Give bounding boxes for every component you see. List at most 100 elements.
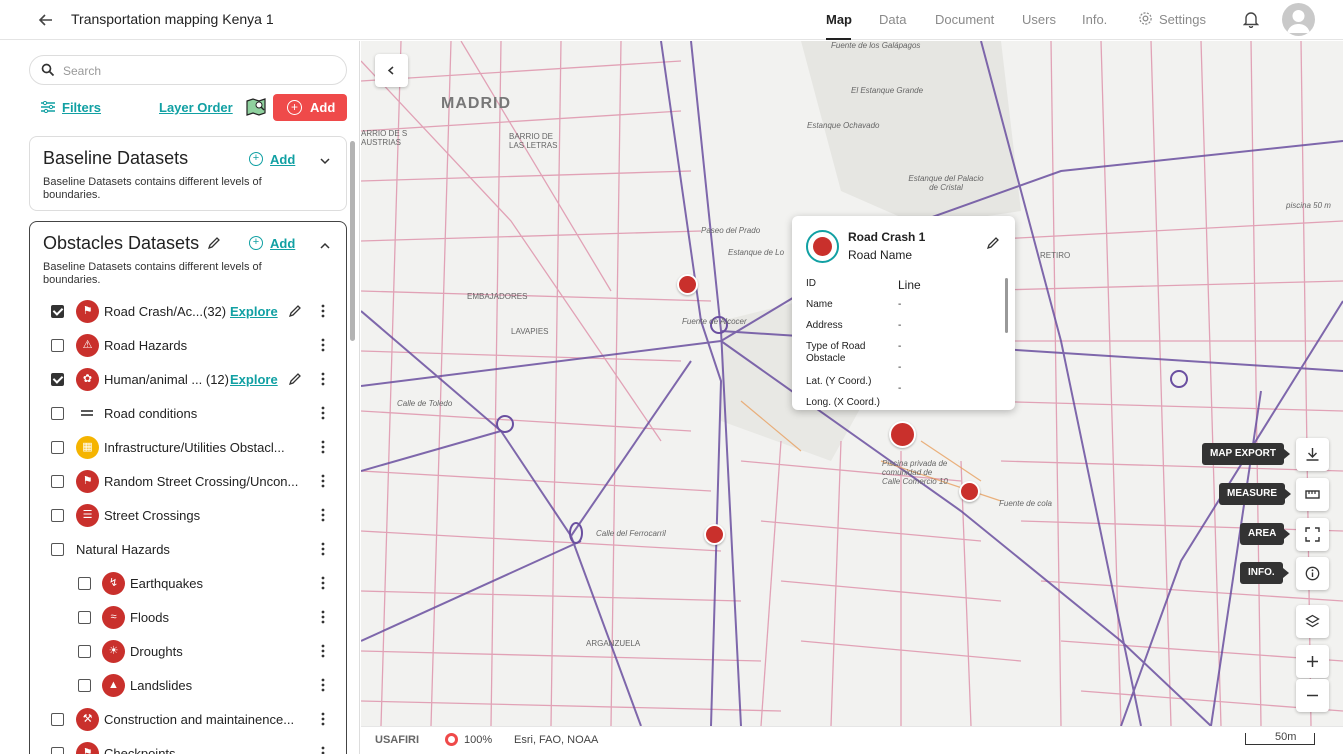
gear-icon [1139,12,1152,25]
road-crash-marker[interactable] [959,481,980,502]
pencil-icon[interactable] [288,372,302,386]
popup-subtitle: Road Name [848,248,913,262]
more-vertical-icon[interactable] [321,371,325,387]
layer-row[interactable]: ⚠ Road Hazards [30,331,348,361]
baseline-add-link[interactable]: Add [270,152,295,167]
map-place-label: RETIRO [1040,251,1071,260]
layer-row[interactable]: ☰ Street Crossings [30,501,348,531]
layer-row[interactable]: ▦ Infrastructure/Utilities Obstacl... [30,433,348,463]
zoom-in-button[interactable] [1296,645,1329,678]
zoom-out-button[interactable] [1296,679,1329,712]
pencil-icon[interactable] [207,236,221,250]
more-vertical-icon[interactable] [321,745,325,754]
collapse-panel-button[interactable] [375,54,408,87]
map-attribution: Esri, FAO, NOAA [514,734,599,746]
popup-field-label: ID [806,278,816,289]
more-vertical-icon[interactable] [321,575,325,591]
layer-row[interactable]: ☀ Droughts [30,637,348,667]
layer-checkbox[interactable] [51,407,64,420]
panel-scrollbar[interactable] [350,141,355,341]
add-circle-icon[interactable]: + [249,236,263,250]
layer-checkbox[interactable] [51,543,64,556]
layer-checkbox[interactable] [78,611,91,624]
layer-row[interactable]: ↯ Earthquakes [30,569,348,599]
tab-map[interactable]: Map [826,12,852,27]
pencil-icon[interactable] [986,236,1000,250]
tab-info[interactable]: Info. [1082,12,1107,27]
road-crash-marker[interactable] [704,524,725,545]
bell-icon[interactable] [1243,10,1259,28]
more-vertical-icon[interactable] [321,303,325,319]
layer-checkbox[interactable] [78,577,91,590]
avatar[interactable] [1282,3,1315,36]
more-vertical-icon[interactable] [321,405,325,421]
measure-button[interactable] [1296,478,1329,511]
more-vertical-icon[interactable] [321,541,325,557]
layer-order-link[interactable]: Layer Order [159,100,233,115]
layer-checkbox[interactable] [78,645,91,658]
obstacles-add-link[interactable]: Add [270,236,295,251]
layer-checkbox[interactable] [51,475,64,488]
more-vertical-icon[interactable] [321,643,325,659]
layer-row[interactable]: ⚑ Road Crash/Ac...(32) Explore [30,297,348,327]
info-button[interactable] [1296,557,1329,590]
tab-users[interactable]: Users [1022,12,1056,27]
layer-checkbox[interactable] [51,747,64,754]
map-export-button[interactable] [1296,438,1329,471]
chevron-up-icon[interactable] [319,240,331,252]
filters-icon[interactable] [41,101,55,113]
explore-link[interactable]: Explore [230,304,278,319]
map-place-label: BARRIO DE LAS LETRAS [509,132,558,150]
more-vertical-icon[interactable] [321,677,325,693]
explore-link[interactable]: Explore [230,372,278,387]
back-arrow-icon[interactable] [36,10,56,30]
tab-settings[interactable]: Settings [1159,12,1206,27]
layer-row[interactable]: ≈ Floods [30,603,348,633]
layer-group-name: Natural Hazards [76,542,170,557]
road-crash-marker[interactable] [677,274,698,295]
more-vertical-icon[interactable] [321,439,325,455]
opacity-ring-icon[interactable] [445,733,458,746]
search-input[interactable]: Search [29,55,347,85]
car-crash-icon: ⚑ [76,470,99,493]
layer-checkbox[interactable] [78,679,91,692]
add-layer-button[interactable]: + Add [273,94,347,121]
layer-name: Random Street Crossing/Uncon... [104,474,299,489]
layer-checkbox[interactable] [51,713,64,726]
layer-row[interactable]: ✿ Human/animal ... (12) Explore [30,365,348,395]
tab-data[interactable]: Data [879,12,906,27]
chevron-down-icon[interactable] [319,155,331,167]
brand-label: USAFIRI [375,734,419,746]
layers-toggle-button[interactable] [1296,605,1329,638]
tab-document[interactable]: Document [935,12,994,27]
more-vertical-icon[interactable] [321,473,325,489]
layer-checkbox[interactable] [51,373,64,386]
obstacles-title: Obstacles Datasets [43,233,200,253]
more-vertical-icon[interactable] [321,711,325,727]
layer-row[interactable]: ⚑ Random Street Crossing/Uncon... [30,467,348,497]
pencil-icon[interactable] [288,304,302,318]
layer-row[interactable]: ▲ Landslides [30,671,348,701]
layer-checkbox[interactable] [51,339,64,352]
layer-checkbox[interactable] [51,509,64,522]
layer-checkbox[interactable] [51,305,64,318]
building-icon: ▦ [76,436,99,459]
layer-checkbox[interactable] [51,441,64,454]
road-crash-marker[interactable] [889,421,916,448]
map-layers-icon[interactable] [245,96,267,118]
baseline-description: Baseline Datasets contains different lev… [43,176,262,201]
filters-link[interactable]: Filters [62,100,101,115]
more-vertical-icon[interactable] [321,337,325,353]
add-circle-icon[interactable]: + [249,152,263,166]
download-icon [1306,448,1319,461]
more-vertical-icon[interactable] [321,507,325,523]
map-place-label: LAVAPIES [511,327,549,336]
map-place-label: EMBAJADORES [467,292,528,301]
more-vertical-icon[interactable] [321,609,325,625]
area-button[interactable] [1296,518,1329,551]
layer-row[interactable]: ⚑ Checkpoints [30,739,348,754]
popup-scrollbar[interactable] [1005,278,1008,333]
layer-group-row[interactable]: Natural Hazards [30,535,348,565]
layer-row[interactable]: ⚒ Construction and maintainence... [30,705,348,735]
layer-row[interactable]: Road conditions [30,399,348,429]
